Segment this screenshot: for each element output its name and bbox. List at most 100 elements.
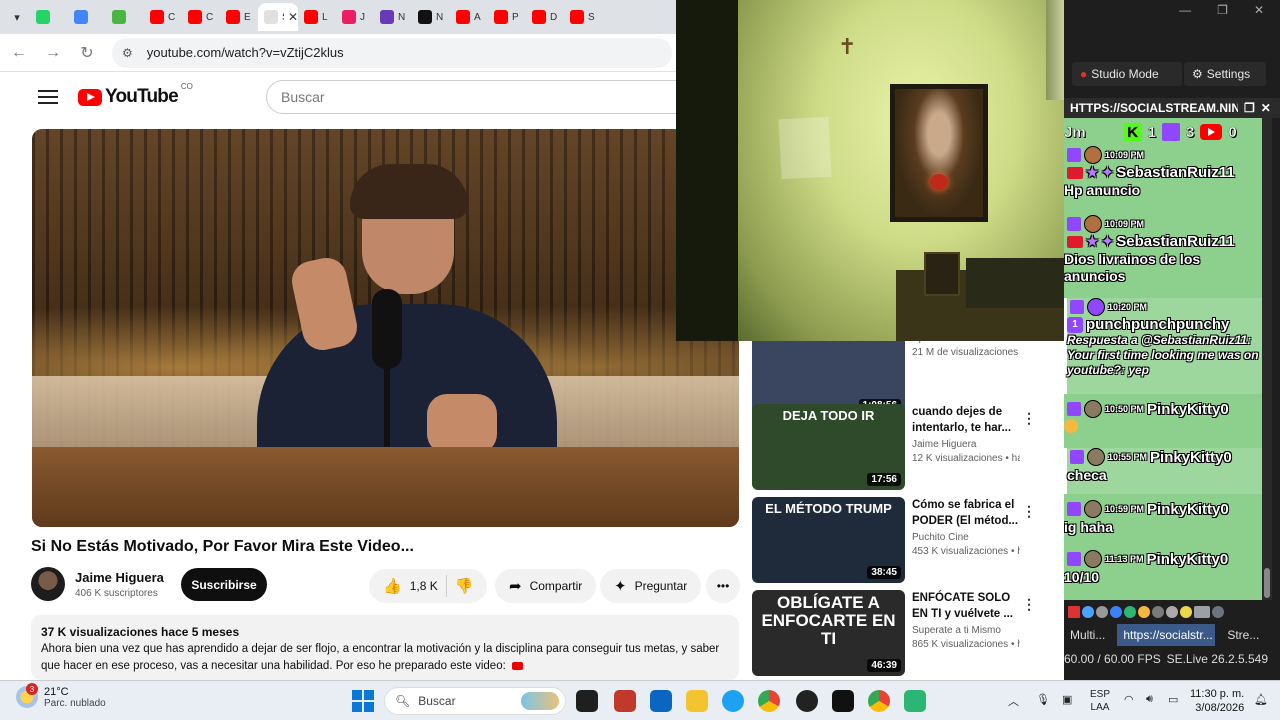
- auto-icon[interactable]: [1194, 606, 1210, 618]
- browser-tab[interactable]: S: [564, 3, 602, 31]
- menu-icon[interactable]: [38, 90, 58, 104]
- dock-tab-active[interactable]: https://socialstr...: [1117, 624, 1216, 646]
- emote-icon[interactable]: [1096, 606, 1108, 618]
- dock-tab[interactable]: Stre...: [1221, 624, 1265, 646]
- channel-avatar[interactable]: [31, 567, 65, 601]
- plane-icon[interactable]: [1212, 606, 1224, 618]
- video-thumbnail[interactable]: EL MÉTODO TRUMP 38:45: [752, 497, 905, 583]
- video-thumbnail[interactable]: DEJA TODO IR 17:56: [752, 404, 905, 490]
- like-count[interactable]: 1,8 K: [410, 579, 438, 593]
- settings-button[interactable]: ⚙ Settings: [1184, 62, 1266, 86]
- taskbar-search[interactable]: 🔍︎ Buscar: [384, 687, 566, 715]
- display-icon[interactable]: ▣: [1062, 693, 1072, 706]
- windows-start-icon[interactable]: [352, 690, 374, 712]
- reload-icon[interactable]: ↻: [72, 38, 102, 68]
- app-icon[interactable]: [904, 690, 926, 712]
- edge-icon[interactable]: [722, 690, 744, 712]
- subscribe-button[interactable]: Suscribirse: [181, 568, 267, 601]
- microphone-icon[interactable]: 🎙︎: [1036, 693, 1050, 706]
- minimize-icon[interactable]: —: [1179, 3, 1191, 17]
- browser-tab[interactable]: C: [144, 3, 182, 31]
- chrome-profile-icon[interactable]: [868, 690, 890, 712]
- video-channel[interactable]: Superate a ti Mismo: [912, 625, 1020, 636]
- video-channel[interactable]: Jaime Higuera: [912, 439, 1020, 450]
- browser-tab[interactable]: E: [220, 3, 258, 31]
- browser-tab[interactable]: N: [412, 3, 450, 31]
- pause-icon[interactable]: [1068, 606, 1080, 618]
- battery-icon[interactable]: ▭: [1168, 693, 1178, 706]
- close-icon[interactable]: ✕: [1254, 3, 1264, 17]
- maximize-icon[interactable]: ❐: [1217, 3, 1228, 17]
- thumbnail-text: DEJA TODO IR: [782, 408, 875, 423]
- video-title[interactable]: ENFÓCATE SOLO EN TI y vuélvete ...: [912, 590, 1020, 622]
- browser-tab[interactable]: P: [488, 3, 526, 31]
- browser-tab[interactable]: N: [374, 3, 412, 31]
- browser-tab[interactable]: D: [526, 3, 564, 31]
- recommended-video[interactable]: OBLÍGATE A ENFOCARTE EN TI 46:39 ENFÓCATE …: [752, 590, 1036, 676]
- clock[interactable]: 11:30 p. m. 3/08/2026: [1190, 687, 1244, 715]
- emote-icon[interactable]: [1138, 606, 1150, 618]
- forward-icon[interactable]: →: [38, 38, 68, 68]
- browser-tab[interactable]: J: [336, 3, 374, 31]
- browser-tab[interactable]: [68, 3, 106, 31]
- message-time: 10:55 PM: [1108, 452, 1148, 462]
- more-options-icon[interactable]: ⋮: [1022, 410, 1036, 427]
- chat-bubble-icon[interactable]: [1082, 606, 1094, 618]
- recommended-video[interactable]: EL MÉTODO TRUMP 38:45 Cómo se fabrica el P…: [752, 497, 1036, 583]
- channel-name[interactable]: Jaime Higuera: [75, 570, 164, 585]
- tab-close-icon[interactable]: ✕: [288, 10, 298, 24]
- studio-mode-button[interactable]: ● Studio Mode: [1072, 62, 1182, 86]
- browser-tab[interactable]: C: [182, 3, 220, 31]
- video-title[interactable]: cuando dejes de intentarlo, te har...: [912, 404, 1020, 436]
- emote-icon[interactable]: [1152, 606, 1164, 618]
- chrome-icon[interactable]: [758, 690, 780, 712]
- obs-icon[interactable]: [796, 690, 818, 712]
- video-title[interactable]: Cómo se fabrica el PODER (El métod...: [912, 497, 1020, 529]
- wifi-icon[interactable]: ◠: [1124, 693, 1134, 706]
- dock-popout-icon[interactable]: ❐: [1244, 101, 1255, 115]
- video-player[interactable]: [32, 129, 739, 527]
- language-indicator[interactable]: ESP LAA: [1090, 688, 1110, 714]
- dock-title-bar: HTTPS://SOCIALSTREAM.NINJA ❐ ✕: [1064, 98, 1280, 118]
- filter-icon[interactable]: [1110, 606, 1122, 618]
- address-bar[interactable]: ⚙ youtube.com/watch?v=vZtijC2klus: [112, 37, 672, 68]
- dislike-icon[interactable]: 👎: [455, 577, 474, 595]
- browser-tab[interactable]: [30, 3, 68, 31]
- description-box[interactable]: 37 K visualizaciones hace 5 meses Ahora …: [31, 615, 739, 680]
- chat-scrollbar[interactable]: [1262, 118, 1272, 600]
- back-icon[interactable]: ←: [4, 38, 34, 68]
- thumbnail-text: EL MÉTODO TRUMP: [765, 501, 892, 516]
- search-input[interactable]: Buscar: [266, 80, 686, 114]
- more-options-icon[interactable]: ⋮: [1022, 503, 1036, 520]
- task-view-icon[interactable]: [576, 690, 598, 712]
- notifications-icon[interactable]: 🔔︎: [1254, 693, 1268, 706]
- weather-widget[interactable]: 3 21°C Parc. nublado: [16, 683, 106, 709]
- youtube-logo[interactable]: YouTube CO: [78, 82, 193, 108]
- browser-tab[interactable]: S✕: [258, 3, 298, 31]
- share-button[interactable]: ➦ Compartir: [495, 569, 597, 603]
- tiktok-icon[interactable]: [832, 690, 854, 712]
- store-icon[interactable]: [650, 690, 672, 712]
- more-actions-button[interactable]: •••: [706, 569, 740, 603]
- highlighter-icon[interactable]: [1180, 606, 1192, 618]
- more-options-icon[interactable]: ⋮: [1022, 596, 1036, 613]
- browser-tab[interactable]: A: [450, 3, 488, 31]
- like-icon[interactable]: 👍: [383, 577, 402, 595]
- tray-chevron-icon[interactable]: ︿: [1008, 693, 1019, 709]
- tab-search-icon[interactable]: ▾: [4, 4, 30, 30]
- recommended-video[interactable]: DEJA TODO IR 17:56 cuando dejes de intenta…: [752, 404, 1036, 490]
- ask-button[interactable]: ✦ Preguntar: [600, 569, 702, 603]
- volume-icon[interactable]: 🔊︎: [1146, 693, 1153, 706]
- emote-icon[interactable]: [1166, 606, 1178, 618]
- scrollbar-thumb[interactable]: [1264, 568, 1270, 598]
- file-explorer-icon[interactable]: [686, 690, 708, 712]
- emote-icon[interactable]: [1124, 606, 1136, 618]
- video-thumbnail[interactable]: OBLÍGATE A ENFOCARTE EN TI 46:39: [752, 590, 905, 676]
- browser-tab[interactable]: L: [298, 3, 336, 31]
- dock-tab[interactable]: Multi...: [1064, 624, 1111, 646]
- dock-close-icon[interactable]: ✕: [1261, 101, 1271, 115]
- video-channel[interactable]: Puchito Cine: [912, 532, 1020, 543]
- browser-tab[interactable]: [106, 3, 144, 31]
- site-info-icon[interactable]: ⚙: [122, 46, 133, 60]
- brave-icon[interactable]: [614, 690, 636, 712]
